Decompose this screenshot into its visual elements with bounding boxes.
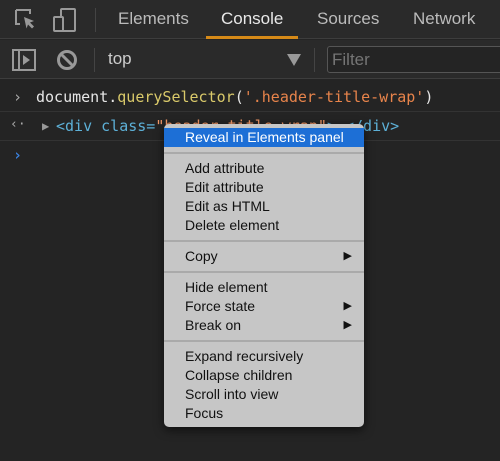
submenu-arrow-icon: ▶ [343,319,352,331]
menu-item-label: Reveal in Elements panel [185,129,344,145]
menu-item-delete-element[interactable]: Delete element [164,216,364,235]
tab-console[interactable]: Console [206,0,299,39]
menu-item-label: Edit attribute [185,179,264,195]
tab-elements[interactable]: Elements [103,0,204,39]
code-paren: ) [424,88,434,106]
menu-item-edit-as-html[interactable]: Edit as HTML [164,197,364,216]
menu-separator [164,335,364,347]
code-method: querySelector [117,88,235,106]
context-menu: Reveal in Elements panel Add attribute Edi… [164,124,364,427]
menu-separator [164,147,364,159]
menu-item-label: Copy [185,248,218,264]
tag-open: <div class= [56,117,156,135]
output-return-icon: ‹· [10,117,26,132]
menu-item-label: Hide element [185,279,268,295]
submenu-arrow-icon: ▶ [343,250,352,262]
menu-item-label: Expand recursively [185,348,304,364]
menu-item-edit-attribute[interactable]: Edit attribute [164,178,364,197]
clear-console-icon[interactable] [56,49,78,71]
filter-input[interactable] [327,46,500,73]
console-toolbar: top [0,40,500,79]
tab-sources[interactable]: Sources [302,0,394,39]
menu-item-expand-recursively[interactable]: Expand recursively [164,347,364,366]
menu-item-label: Delete element [185,217,280,233]
menu-item-add-attribute[interactable]: Add attribute [164,159,364,178]
divider [0,111,500,112]
menu-item-collapse-children[interactable]: Collapse children [164,366,364,385]
sidebar-toggle-icon[interactable] [12,49,36,71]
context-selector[interactable]: top [108,49,132,69]
code-object: document. [36,88,118,106]
menu-item-label: Collapse children [185,367,293,383]
code-string: '.header-title-wrap' [243,88,425,106]
prompt-icon: › [13,146,23,164]
menu-item-label: Force state [185,298,256,314]
device-toolbar-icon[interactable] [52,7,78,33]
menu-item-label: Scroll into view [185,386,279,402]
menu-item-focus[interactable]: Focus [164,404,364,423]
inspect-element-icon[interactable] [14,8,38,32]
menu-item-label: Add attribute [185,160,265,176]
divider [94,48,95,72]
menu-item-label: Focus [185,405,224,421]
menu-item-copy[interactable]: Copy ▶ [164,247,364,266]
input-prompt-icon: › [13,88,23,106]
menu-item-force-state[interactable]: Force state ▶ [164,297,364,316]
menu-item-hide-element[interactable]: Hide element [164,278,364,297]
menu-item-reveal-in-elements-panel[interactable]: Reveal in Elements panel [164,128,364,147]
menu-item-label: Break on [185,317,242,333]
tab-network[interactable]: Network [398,0,490,39]
dropdown-arrow-icon[interactable] [287,54,301,66]
divider [95,8,96,32]
expand-triangle-icon[interactable]: ▶ [42,119,49,133]
code-paren: ( [234,88,244,106]
submenu-arrow-icon: ▶ [343,300,352,312]
main-toolbar: Elements Console Sources Network [0,0,500,39]
menu-item-break-on[interactable]: Break on ▶ [164,316,364,335]
menu-item-scroll-into-view[interactable]: Scroll into view [164,385,364,404]
menu-item-label: Edit as HTML [185,198,270,214]
divider [314,48,315,72]
menu-separator [164,266,364,278]
menu-separator [164,235,364,247]
